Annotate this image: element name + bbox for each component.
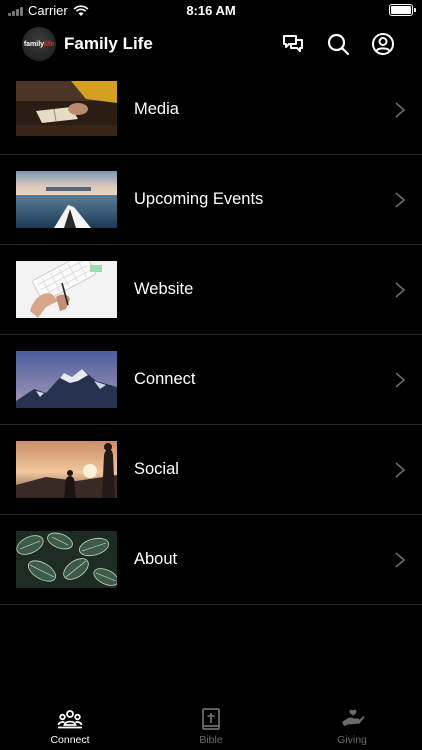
chevron-right-icon <box>395 102 406 118</box>
user-circle-icon <box>372 33 394 55</box>
website-thumbnail <box>16 261 117 318</box>
connect-thumbnail <box>16 351 117 408</box>
menu-item-label: About <box>134 550 178 568</box>
menu-item-label: Media <box>134 100 179 118</box>
menu-item-label: Social <box>134 460 179 478</box>
menu-item-label: Upcoming Events <box>134 190 264 208</box>
bible-icon <box>202 708 220 730</box>
chevron-right-icon <box>395 552 406 568</box>
tab-connect[interactable]: Connect <box>0 694 140 750</box>
menu-item-media[interactable]: Media <box>0 66 422 155</box>
social-thumbnail <box>16 441 117 498</box>
chevron-right-icon <box>395 462 406 478</box>
logo-text-suffix: life <box>44 40 55 48</box>
search-icon <box>327 33 350 56</box>
app-header: familylife Family Life <box>0 22 422 66</box>
menu-item-website[interactable]: Website <box>0 245 422 335</box>
tab-bar: Connect Bible Giving <box>0 694 422 750</box>
app-title: Family Life <box>64 34 153 53</box>
messages-icon <box>283 35 303 52</box>
menu-item-upcoming-events[interactable]: Upcoming Events <box>0 155 422 245</box>
chevron-right-icon <box>395 372 406 388</box>
logo-text-prefix: family <box>23 40 45 48</box>
giving-icon <box>342 709 365 726</box>
status-bar: Carrier 8:16 AM <box>0 0 422 22</box>
status-time: 8:16 AM <box>186 3 236 18</box>
menu-item-social[interactable]: Social <box>0 425 422 515</box>
chevron-right-icon <box>395 192 406 208</box>
media-thumbnail <box>16 81 117 136</box>
menu-item-label: Website <box>134 280 194 298</box>
battery-icon <box>389 4 416 16</box>
menu-list: Media Upcoming Events Website Connect So… <box>0 66 422 694</box>
search-button[interactable] <box>325 31 351 57</box>
upcoming-events-thumbnail <box>16 171 117 228</box>
about-thumbnail <box>16 531 117 588</box>
menu-item-about[interactable]: About <box>0 515 422 605</box>
app-logo[interactable]: familylife <box>22 27 56 61</box>
people-icon <box>57 710 83 729</box>
profile-button[interactable] <box>370 31 396 57</box>
menu-item-label: Connect <box>134 370 196 388</box>
tab-label: Giving <box>337 734 367 746</box>
tab-label: Connect <box>50 734 90 746</box>
tab-label: Bible <box>199 734 223 746</box>
messages-button[interactable] <box>280 31 306 57</box>
menu-item-connect[interactable]: Connect <box>0 335 422 425</box>
tab-giving[interactable]: Giving <box>282 694 422 750</box>
tab-bible[interactable]: Bible <box>141 694 281 750</box>
chevron-right-icon <box>395 282 406 298</box>
